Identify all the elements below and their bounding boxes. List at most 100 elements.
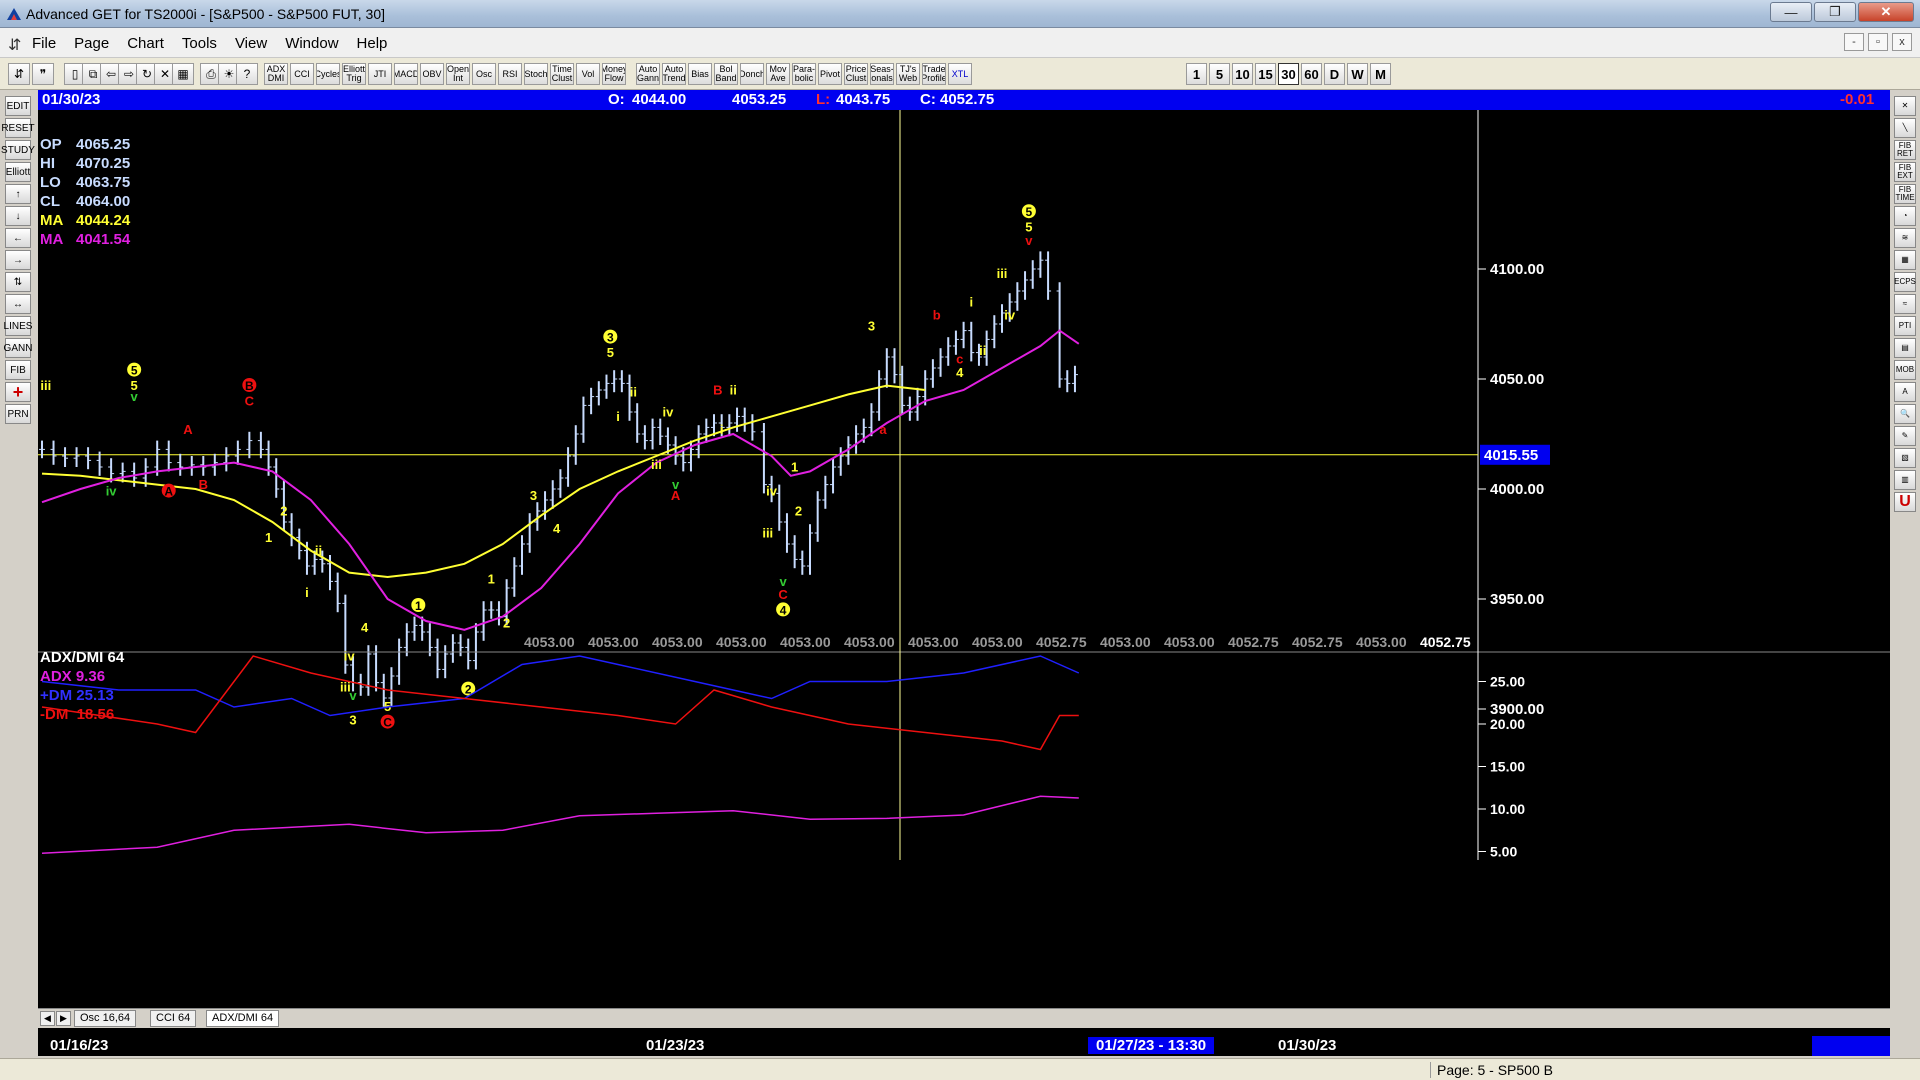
toolbar-stoch-button[interactable]: Stoch — [524, 63, 548, 85]
left-tool-9-button[interactable]: ↔ — [5, 294, 31, 314]
left-tool-8-button[interactable]: ⇅ — [5, 272, 31, 292]
left-tool-11-button[interactable]: GANN — [4, 338, 32, 358]
right-tool-18-button[interactable]: U — [1894, 492, 1916, 512]
timeframe-60-button[interactable]: 60 — [1301, 63, 1322, 85]
left-tool-14-button[interactable]: PRN — [5, 404, 31, 424]
toolbar-obv-button[interactable]: OBV — [420, 63, 444, 85]
left-tool-10-button[interactable]: LINES — [4, 316, 32, 336]
toolbar-mov-ave-button[interactable]: Mov Ave — [766, 63, 790, 85]
toolbar-vol-button[interactable]: Vol — [576, 63, 600, 85]
toolbar-time-clust-button[interactable]: Time Clust — [550, 63, 574, 85]
right-tool-13-button[interactable]: A — [1894, 382, 1916, 402]
right-tool-0-button[interactable]: ✕ — [1894, 96, 1916, 116]
timeframe-w-button[interactable]: W — [1347, 63, 1368, 85]
right-tool-11-button[interactable]: ▤ — [1894, 338, 1916, 358]
right-tool-8-button[interactable]: ECPS — [1894, 272, 1916, 292]
toolbar-elliott-trig-button[interactable]: Elliott Trig — [342, 63, 366, 85]
toolbar-pivot-button[interactable]: Pivot — [818, 63, 842, 85]
toolbar-jti-button[interactable]: JTI — [368, 63, 392, 85]
date-label-2: 01/23/23 — [646, 1037, 705, 1054]
left-tool-12-button[interactable]: FIB — [5, 360, 31, 380]
right-tool-14-button[interactable]: 🔍 — [1894, 404, 1916, 424]
elliott-wave-label: 5 — [131, 364, 138, 378]
right-tool-1-button[interactable]: ╲ — [1894, 118, 1916, 138]
right-tool-5-button[interactable]: ◔ — [1894, 206, 1916, 226]
elliott-wave-label: 2 — [795, 503, 802, 518]
left-tool-2-button[interactable]: STUDY — [1, 140, 35, 160]
menu-file[interactable]: File — [32, 35, 56, 52]
timeframe-30-button[interactable]: 30 — [1278, 63, 1299, 85]
help-icon[interactable]: ? — [236, 63, 258, 85]
timeframe-15-button[interactable]: 15 — [1255, 63, 1276, 85]
timeframe-d-button[interactable]: D — [1324, 63, 1345, 85]
close-button[interactable]: ✕ — [1858, 2, 1914, 22]
quote-icon[interactable]: ❞ — [32, 63, 54, 85]
timeframe-5-button[interactable]: 5 — [1209, 63, 1230, 85]
right-tool-3-button[interactable]: FIB EXT — [1894, 162, 1916, 182]
right-tool-9-button[interactable]: ≈ — [1894, 294, 1916, 314]
timeframe-10-button[interactable]: 10 — [1232, 63, 1253, 85]
toolbar-auto-gann-button[interactable]: Auto Gann — [636, 63, 660, 85]
toolbar-para-bolic-button[interactable]: Para-bolic — [792, 63, 816, 85]
document-icon[interactable]: ⇵ — [8, 35, 21, 55]
maximize-button[interactable]: ❐ — [1814, 2, 1856, 22]
toolbar-cci-button[interactable]: CCI — [290, 63, 314, 85]
tab-osc[interactable]: Osc 16,64 — [74, 1010, 137, 1027]
menu-window[interactable]: Window — [285, 35, 338, 52]
toolbar-tj-s-web-button[interactable]: TJ's Web — [896, 63, 920, 85]
tab-prev-arrow-icon[interactable]: ◀ — [40, 1011, 55, 1026]
right-tool-12-button[interactable]: MOB — [1894, 360, 1916, 380]
toolbar-cycles-button[interactable]: Cycles — [316, 63, 340, 85]
indicator-svg[interactable]: 25.00 20.00 15.00 10.00 5.00 — [38, 646, 1890, 860]
left-tool-6-button[interactable]: ← — [5, 228, 31, 248]
toolbar-price-clust-button[interactable]: Price Clust — [844, 63, 868, 85]
right-tool-16-button[interactable]: ▧ — [1894, 448, 1916, 468]
right-tool-17-button[interactable]: ▥ — [1894, 470, 1916, 490]
minimize-button[interactable]: — — [1770, 2, 1812, 22]
tab-next-arrow-icon[interactable]: ▶ — [56, 1011, 71, 1026]
title-bar[interactable]: Advanced GET for TS2000i - [S&P500 - S&P… — [0, 0, 1920, 28]
grid-icon[interactable]: ▦ — [172, 63, 194, 85]
op-value: 4065.25 — [76, 136, 131, 153]
left-tool-1-button[interactable]: RESET — [1, 118, 35, 138]
toolbar-rsi-button[interactable]: RSI — [498, 63, 522, 85]
left-tool-0-button[interactable]: EDIT — [5, 96, 31, 116]
timeframe-m-button[interactable]: M — [1370, 63, 1391, 85]
tab-adx-dmi[interactable]: ADX/DMI 64 — [206, 1010, 280, 1027]
toolbar-macd-button[interactable]: MACD — [394, 63, 418, 85]
indicator-panel[interactable]: 25.00 20.00 15.00 10.00 5.00 ADX/DMI 64 ADX … — [38, 646, 1890, 860]
menu-view[interactable]: View — [235, 35, 267, 52]
left-tool-4-button[interactable]: ↑ — [5, 184, 31, 204]
toolbar-trade-profile-button[interactable]: Trade Profile — [922, 63, 946, 85]
toolbar-auto-trend-button[interactable]: Auto Trend — [662, 63, 686, 85]
toolbar-adx-dmi-button[interactable]: ADX DMI — [264, 63, 288, 85]
right-tool-6-button[interactable]: ≋ — [1894, 228, 1916, 248]
timeframe-1-button[interactable]: 1 — [1186, 63, 1207, 85]
right-tool-15-button[interactable]: ✎ — [1894, 426, 1916, 446]
menu-chart[interactable]: Chart — [127, 35, 164, 52]
toolbar-bol-band-button[interactable]: Bol Band — [714, 63, 738, 85]
right-tool-2-button[interactable]: FIB RET — [1894, 140, 1916, 160]
toolbar-donch-button[interactable]: Donch — [740, 63, 764, 85]
right-tool-7-button[interactable]: ▦ — [1894, 250, 1916, 270]
left-tool-13-button[interactable]: + — [5, 382, 31, 402]
left-tool-3-button[interactable]: Elliott — [5, 162, 31, 182]
left-tool-7-button[interactable]: → — [5, 250, 31, 270]
menu-page[interactable]: Page — [74, 35, 109, 52]
mdi-restore-button[interactable]: ▫ — [1868, 33, 1888, 51]
toolbar-open-int-button[interactable]: Open Int — [446, 63, 470, 85]
right-tool-4-button[interactable]: FIB TIME — [1894, 184, 1916, 204]
mdi-minimize-button[interactable]: - — [1844, 33, 1864, 51]
right-tool-10-button[interactable]: PTI — [1894, 316, 1916, 336]
menu-help[interactable]: Help — [357, 35, 388, 52]
tab-cci[interactable]: CCI 64 — [150, 1010, 197, 1027]
toolbar-bias-button[interactable]: Bias — [688, 63, 712, 85]
mdi-close-button[interactable]: x — [1892, 33, 1912, 51]
menu-tools[interactable]: Tools — [182, 35, 217, 52]
toolbar-xtl-button[interactable]: XTL — [948, 63, 972, 85]
left-tool-5-button[interactable]: ↓ — [5, 206, 31, 226]
toolbar-money-flow-button[interactable]: Money Flow — [602, 63, 626, 85]
toolbar-seas-onals-button[interactable]: Seas-onals — [870, 63, 894, 85]
toolbar-osc-button[interactable]: Osc — [472, 63, 496, 85]
cursor-icon[interactable]: ⇵ — [8, 63, 30, 85]
